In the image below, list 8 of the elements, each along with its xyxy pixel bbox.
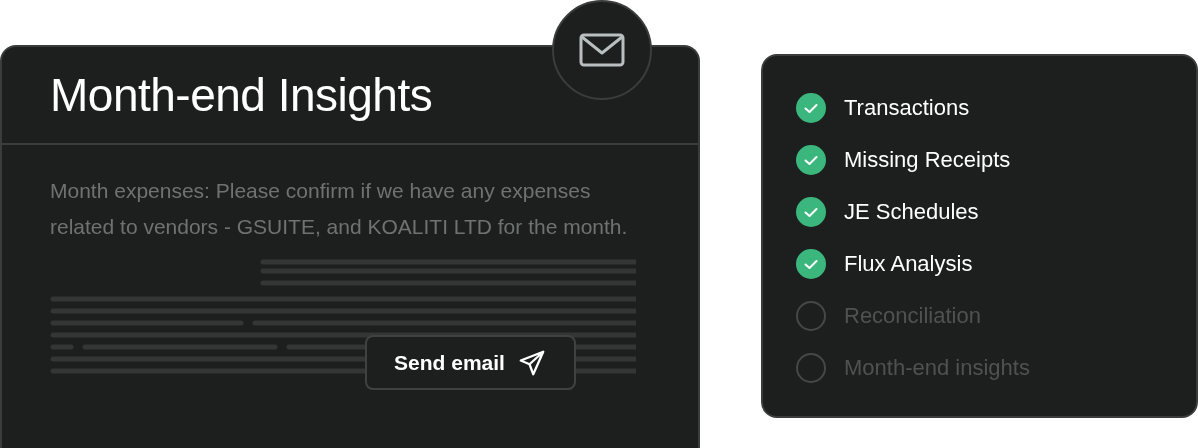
checklist-label: Flux Analysis bbox=[844, 251, 973, 277]
send-email-button[interactable]: Send email bbox=[365, 335, 576, 390]
checklist-label: JE Schedules bbox=[844, 199, 979, 225]
message-text: Month expenses: Please confirm if we have any expenses related to vendors - GSUITE, and KOALITI LTD for the month. bbox=[50, 178, 629, 240]
mail-icon bbox=[578, 32, 626, 68]
card-title: Month-end Insights bbox=[50, 68, 433, 122]
checklist-label: Missing Receipts bbox=[844, 147, 1011, 173]
checklist-label: Transactions bbox=[844, 95, 970, 121]
